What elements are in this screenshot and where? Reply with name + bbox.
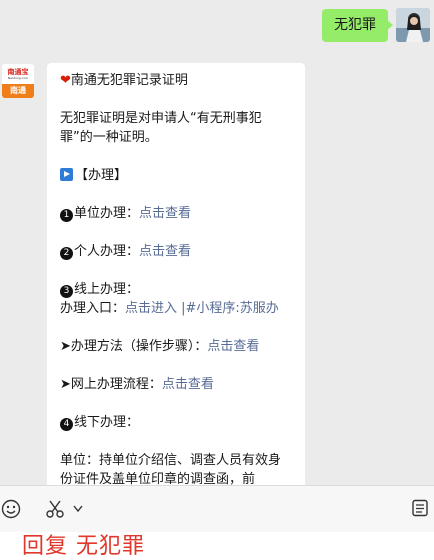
method-label: 办理方法（操作步骤）：	[70, 339, 208, 354]
avatar-tag: 南通	[2, 84, 34, 98]
heart-icon: ❤	[60, 73, 71, 88]
incoming-message: ❤南通无犯罪记录证明 无犯罪证明是对申请人“有无刑事犯罪”的一种证明。 【办理】…	[47, 63, 305, 503]
online-entry-label: 办理入口：	[60, 301, 126, 316]
handle-section-heading: 【办理】	[60, 166, 293, 185]
process-link[interactable]: 点击查看	[162, 377, 214, 392]
message-title: ❤南通无犯罪记录证明	[60, 71, 293, 90]
play-icon	[60, 168, 73, 181]
unit-requirements-text: 单位：持单位介绍信、调查人员有效身份证件及盖单位印章的调查函，前	[60, 453, 282, 487]
message-intro: 无犯罪证明是对申请人“有无刑事犯罪”的一种证明。	[60, 111, 262, 145]
process-label: 网上办理流程：	[70, 377, 162, 392]
chevron-down-icon[interactable]	[73, 505, 83, 513]
offline-handle-label: 线下办理：	[74, 415, 140, 430]
method-line: ➤办理方法（操作步骤）：点击查看	[60, 337, 293, 356]
online-entry-line: 办理入口：点击进入 |#小程序:苏服办	[60, 299, 293, 318]
number-badge-1: 1	[60, 209, 73, 222]
number-badge-4: 4	[60, 418, 73, 431]
unit-handle-link[interactable]: 点击查看	[139, 206, 191, 221]
avatar-logo-text: 南通宝	[7, 68, 29, 76]
personal-handle-link[interactable]: 点击查看	[139, 244, 191, 259]
online-handle-line: 3 线上办理：	[60, 280, 293, 299]
avatar-logo-sub: Nantong.com	[7, 76, 29, 80]
personal-handle-label: 个人办理：	[74, 244, 140, 259]
number-badge-2: 2	[60, 247, 73, 260]
unit-handle-line: 1 单位办理：点击查看	[60, 204, 293, 223]
arrow-icon: ➤	[60, 377, 71, 392]
menu-icon[interactable]	[410, 499, 430, 519]
method-link[interactable]: 点击查看	[207, 339, 259, 354]
outgoing-message-text: 无犯罪	[334, 17, 376, 33]
reply-prompt: 回复 无犯罪	[22, 534, 145, 559]
avatar-image	[396, 8, 430, 42]
input-toolbar	[0, 485, 434, 533]
online-entry-link[interactable]: 点击进入 |#小程序:苏服办	[125, 301, 279, 316]
my-avatar[interactable]	[396, 8, 430, 42]
emoji-icon[interactable]	[1, 499, 21, 519]
arrow-icon: ➤	[60, 339, 71, 354]
message-title-text: 南通无犯罪记录证明	[70, 73, 188, 88]
personal-handle-line: 2 个人办理：点击查看	[60, 242, 293, 261]
official-account-avatar[interactable]: 南通宝 Nantong.com 南通	[2, 64, 34, 98]
reply-prompt-area: 回复 无犯罪	[0, 532, 434, 560]
unit-handle-label: 单位办理：	[74, 206, 140, 221]
outgoing-message[interactable]: 无犯罪	[322, 9, 393, 42]
number-badge-3: 3	[60, 285, 73, 298]
online-handle-label: 线上办理：	[74, 282, 140, 297]
offline-handle-line: 4 线下办理：	[60, 413, 293, 432]
handle-label: 【办理】	[75, 168, 128, 183]
scissors-icon[interactable]	[45, 499, 65, 519]
process-line: ➤网上办理流程：点击查看	[60, 375, 293, 394]
